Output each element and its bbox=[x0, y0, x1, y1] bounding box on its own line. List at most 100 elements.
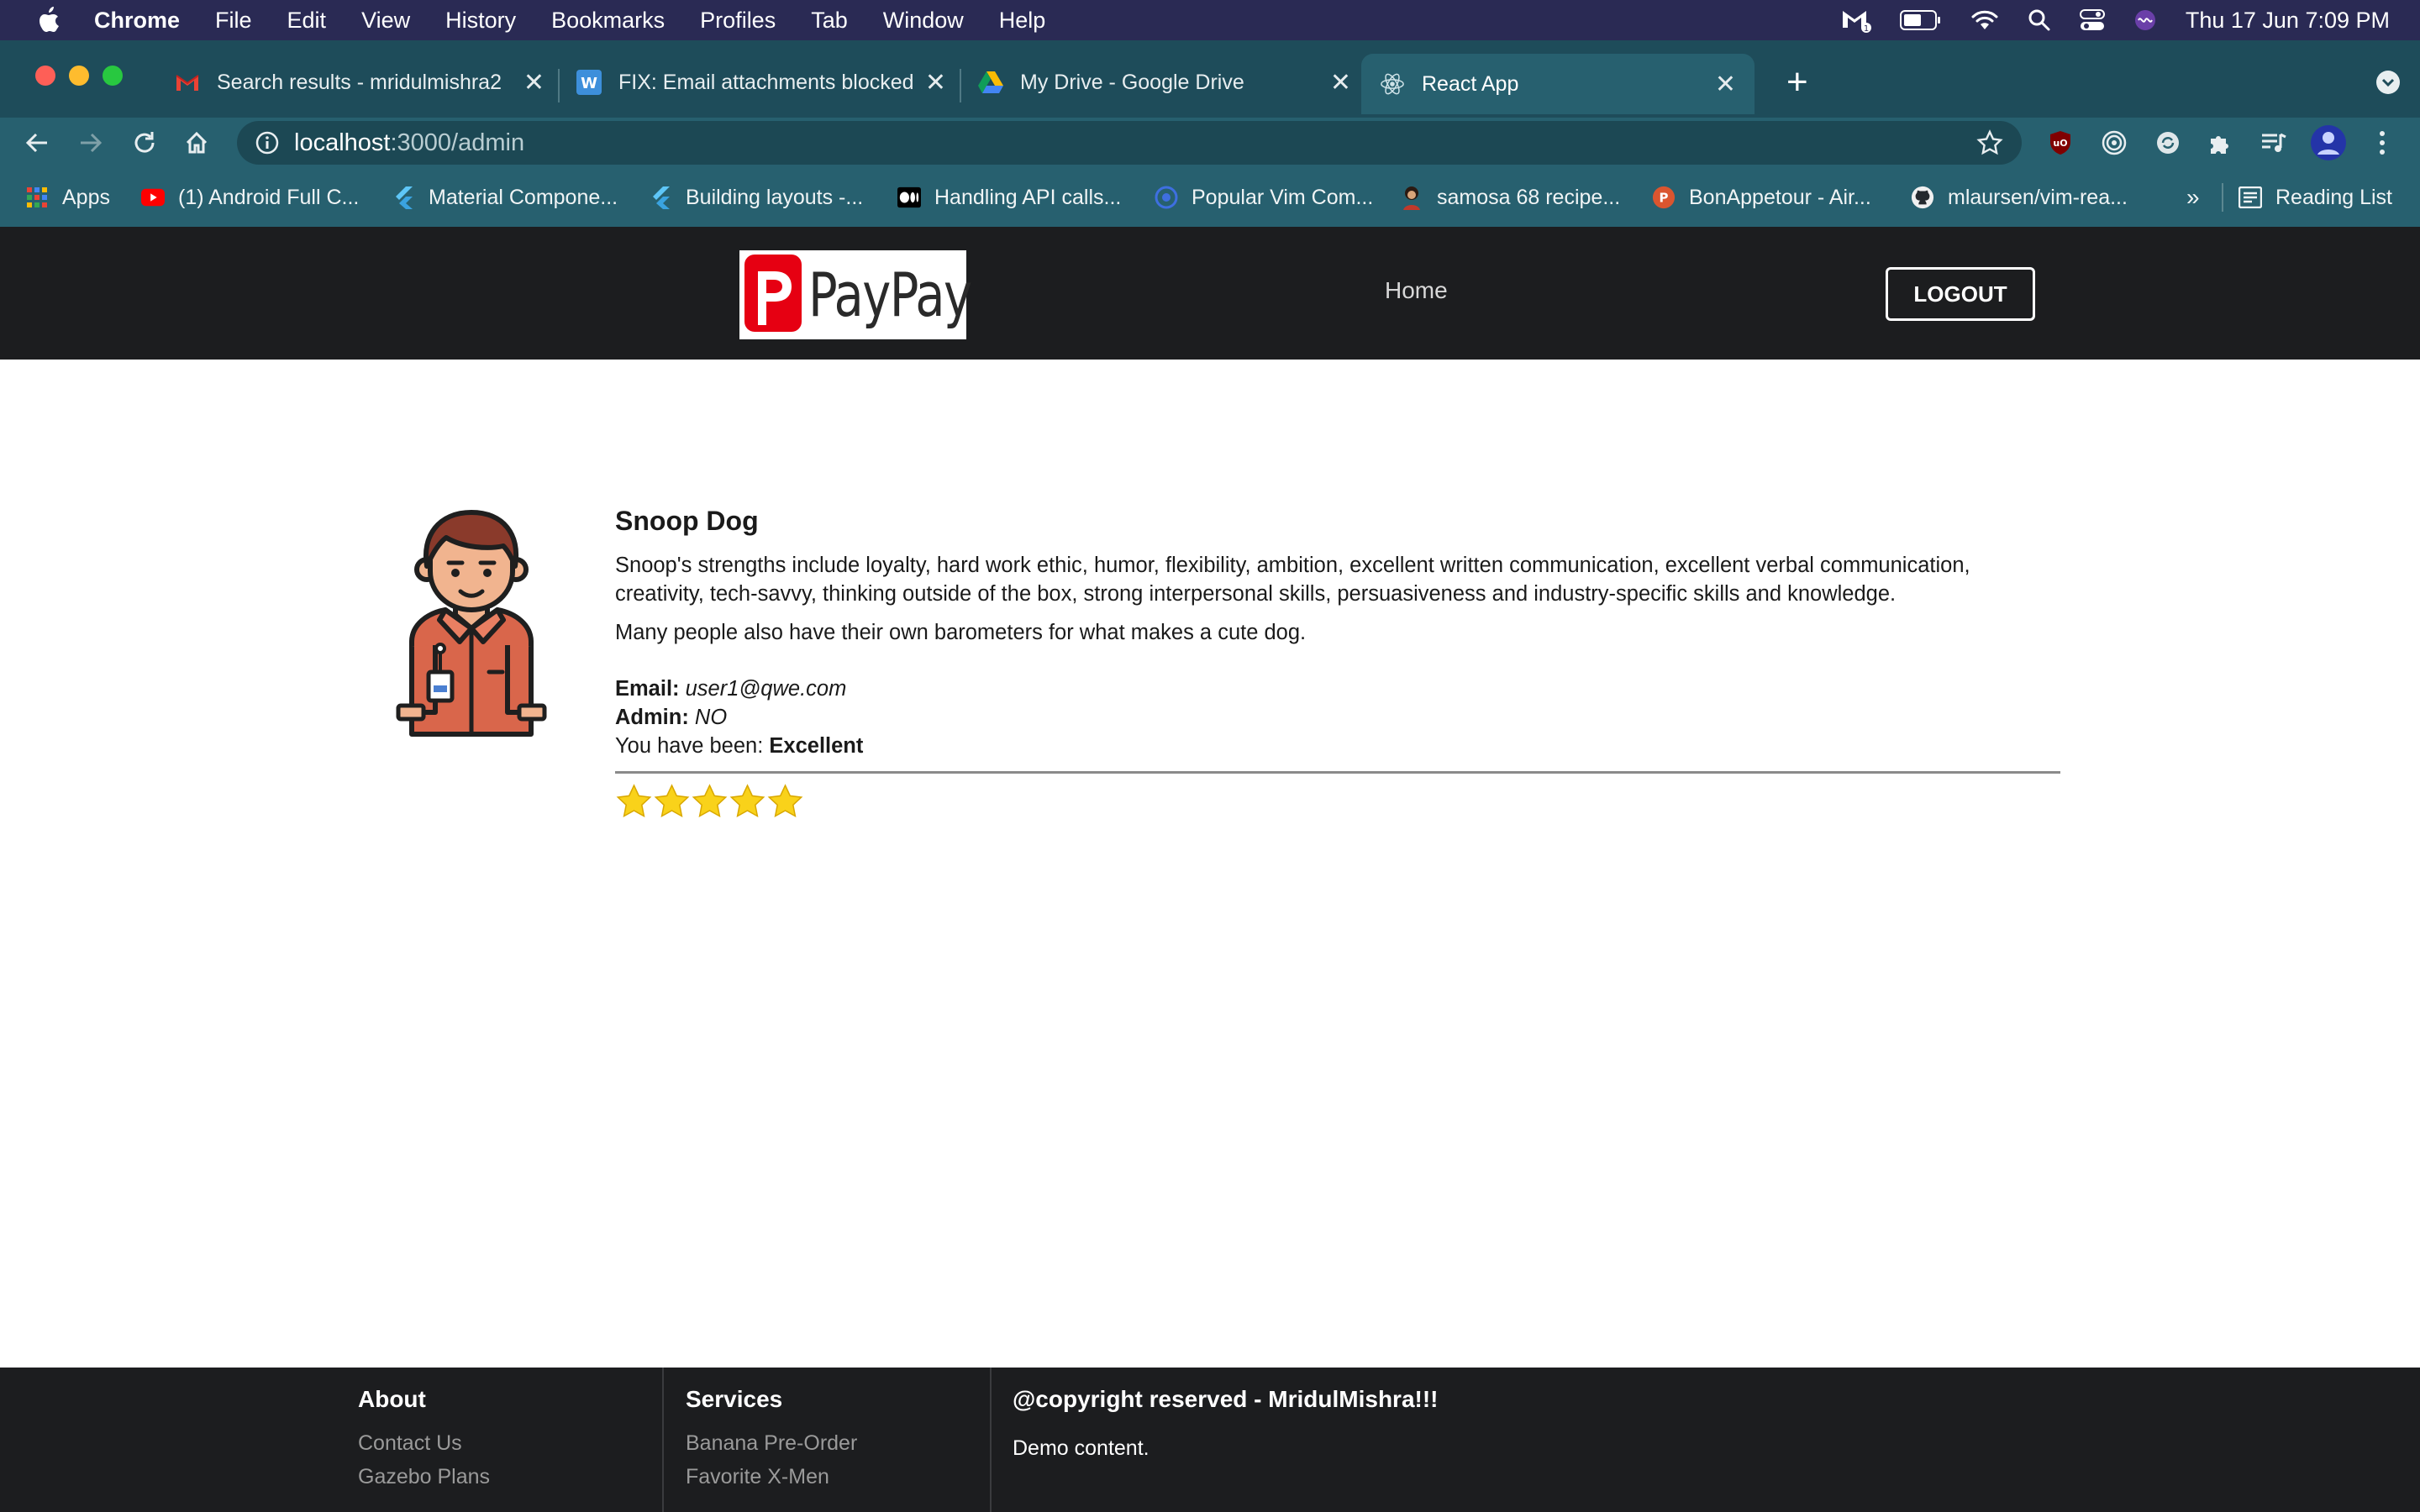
target-extension-icon[interactable] bbox=[2097, 118, 2131, 168]
footer-demo-text: Demo content. bbox=[1013, 1436, 1150, 1460]
menubar-clock[interactable]: Thu 17 Jun 7:09 PM bbox=[2186, 8, 2390, 34]
bookmark-label: Material Compone... bbox=[429, 185, 618, 209]
star-icon[interactable] bbox=[766, 783, 804, 821]
bookmark-item[interactable]: mlaursen/vim-rea... bbox=[1911, 168, 2128, 227]
rating-value: Excellent bbox=[769, 734, 864, 758]
profile-email-row: Email: user1@qwe.com bbox=[615, 677, 846, 701]
close-tab-icon[interactable]: ✕ bbox=[1330, 68, 1351, 97]
producthunt-icon: P bbox=[1652, 186, 1676, 209]
star-rating bbox=[615, 783, 804, 821]
bookmark-label: (1) Android Full C... bbox=[178, 185, 360, 209]
bookmark-item[interactable]: Building layouts -... bbox=[649, 168, 863, 227]
tab-separator bbox=[558, 69, 560, 102]
bookmark-item[interactable]: samosa 68 recipe... bbox=[1400, 168, 1620, 227]
admin-label: Admin: bbox=[615, 706, 689, 729]
footer-link-gazebo-plans[interactable]: Gazebo Plans bbox=[358, 1465, 490, 1489]
minimize-window-button[interactable] bbox=[69, 66, 89, 86]
control-center-icon[interactable] bbox=[2079, 8, 2105, 32]
menu-window[interactable]: Window bbox=[883, 8, 964, 34]
footer-about-heading: About bbox=[358, 1386, 426, 1412]
menu-tab[interactable]: Tab bbox=[811, 8, 848, 34]
menu-file[interactable]: File bbox=[215, 8, 252, 34]
reading-list-button[interactable]: Reading List bbox=[2238, 168, 2392, 227]
siri-icon[interactable] bbox=[2133, 8, 2157, 32]
url-path: :3000/admin bbox=[390, 129, 525, 156]
menu-view[interactable]: View bbox=[361, 8, 410, 34]
logout-button[interactable]: LOGOUT bbox=[1886, 267, 2035, 321]
paypay-logo[interactable]: PayPay bbox=[739, 250, 972, 339]
profile-avatar[interactable] bbox=[2309, 118, 2348, 168]
profile-admin-row: Admin: NO bbox=[615, 706, 727, 730]
footer-link-banana-pre-order[interactable]: Banana Pre-Order bbox=[686, 1431, 857, 1456]
star-icon[interactable] bbox=[653, 783, 691, 821]
svg-text:P: P bbox=[1660, 191, 1669, 206]
footer-link-favorite-x-men[interactable]: Favorite X-Men bbox=[686, 1465, 829, 1489]
home-icon[interactable] bbox=[180, 118, 213, 168]
sync-extension-icon[interactable] bbox=[2151, 118, 2185, 168]
star-icon[interactable] bbox=[691, 783, 729, 821]
bookmark-item[interactable]: Handling API calls... bbox=[897, 168, 1121, 227]
rating-label: You have been: bbox=[615, 734, 764, 758]
tab-windows-report[interactable]: W FIX: Email attachments blocked ✕ bbox=[576, 59, 946, 106]
apple-icon[interactable] bbox=[35, 7, 60, 34]
bookmark-item[interactable]: (1) Android Full C... bbox=[141, 168, 359, 227]
paypay-logo-icon bbox=[743, 251, 803, 339]
apps-grid-icon bbox=[25, 186, 49, 209]
media-playlist-icon[interactable] bbox=[2257, 118, 2291, 168]
spotlight-search-icon[interactable] bbox=[2028, 8, 2051, 32]
wifi-icon[interactable] bbox=[1970, 9, 1999, 31]
site-info-icon[interactable] bbox=[255, 131, 279, 155]
tab-gmail[interactable]: Search results - mridulmishra2 ✕ bbox=[175, 59, 544, 106]
window-controls bbox=[35, 66, 136, 86]
tab-google-drive[interactable]: My Drive - Google Drive ✕ bbox=[978, 59, 1351, 106]
gmail-notifier-icon[interactable]: 1 bbox=[1841, 8, 1871, 33]
close-window-button[interactable] bbox=[35, 66, 55, 86]
bookmark-label: Apps bbox=[62, 185, 110, 209]
bookmark-item[interactable]: Popular Vim Com... bbox=[1155, 168, 1373, 227]
back-arrow-icon[interactable] bbox=[20, 118, 54, 168]
menu-app-name[interactable]: Chrome bbox=[94, 8, 180, 34]
nav-home-link[interactable]: Home bbox=[1385, 277, 1448, 304]
github-icon bbox=[1911, 186, 1934, 209]
close-tab-icon[interactable]: ✕ bbox=[925, 68, 946, 97]
menu-history[interactable]: History bbox=[445, 8, 516, 34]
address-bar[interactable]: localhost:3000/admin bbox=[237, 121, 2022, 165]
close-tab-icon[interactable]: ✕ bbox=[1715, 70, 1736, 99]
forward-arrow-icon[interactable] bbox=[74, 118, 108, 168]
footer-link-contact-us[interactable]: Contact Us bbox=[358, 1431, 462, 1456]
tab-title: Search results - mridulmishra2 bbox=[217, 70, 502, 94]
tab-react-app[interactable]: React App ✕ bbox=[1361, 54, 1754, 114]
menu-bookmarks[interactable]: Bookmarks bbox=[551, 8, 665, 34]
close-tab-icon[interactable]: ✕ bbox=[523, 68, 544, 97]
bookmark-star-icon[interactable] bbox=[1976, 129, 2003, 163]
extensions-puzzle-icon[interactable] bbox=[2203, 118, 2237, 168]
bookmarks-overflow-button[interactable]: » bbox=[2186, 168, 2200, 227]
menu-profiles[interactable]: Profiles bbox=[700, 8, 776, 34]
email-label: Email: bbox=[615, 677, 680, 701]
chrome-menu-icon[interactable] bbox=[2370, 118, 2395, 168]
browser-tab-strip: Search results - mridulmishra2 ✕ W FIX: … bbox=[0, 40, 2420, 128]
footer-services: Services Banana Pre-Order Favorite X-Men bbox=[686, 1368, 988, 1512]
tab-title: My Drive - Google Drive bbox=[1020, 70, 1244, 94]
tab-search-icon[interactable] bbox=[2376, 71, 2400, 94]
app-header: PayPay Home LOGOUT bbox=[0, 227, 2420, 360]
bookmark-label: Popular Vim Com... bbox=[1192, 185, 1374, 209]
menu-edit[interactable]: Edit bbox=[287, 8, 327, 34]
flutter-icon bbox=[392, 186, 415, 209]
ublock-extension-icon[interactable]: uO bbox=[2044, 118, 2077, 168]
bookmark-item[interactable]: Material Compone... bbox=[392, 168, 618, 227]
bookmark-apps[interactable]: Apps bbox=[25, 168, 110, 227]
bookmarks-bar: Apps (1) Android Full C... Material Comp… bbox=[0, 168, 2420, 227]
tab-title: React App bbox=[1422, 71, 1519, 96]
react-icon bbox=[1380, 71, 1405, 97]
menu-help[interactable]: Help bbox=[999, 8, 1046, 34]
reload-icon[interactable] bbox=[128, 118, 161, 168]
star-icon[interactable] bbox=[729, 783, 766, 821]
bookmark-item[interactable]: P BonAppetour - Air... bbox=[1652, 168, 1871, 227]
new-tab-button[interactable]: + bbox=[1786, 64, 1808, 101]
battery-icon[interactable] bbox=[1899, 9, 1942, 31]
star-icon[interactable] bbox=[615, 783, 653, 821]
bookmark-label: Handling API calls... bbox=[934, 185, 1122, 209]
zoom-window-button[interactable] bbox=[103, 66, 123, 86]
tab-separator bbox=[960, 69, 961, 102]
